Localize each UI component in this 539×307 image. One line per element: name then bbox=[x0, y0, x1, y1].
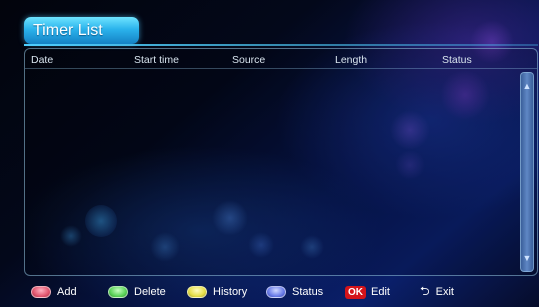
status-button[interactable]: Status bbox=[266, 283, 323, 301]
list-scrollbar[interactable]: ▲ ▼ bbox=[520, 72, 534, 272]
scroll-up-arrow-icon[interactable]: ▲ bbox=[522, 79, 532, 93]
exit-label: Exit bbox=[435, 286, 454, 298]
yellow-key-icon bbox=[187, 286, 207, 298]
red-key-icon bbox=[31, 286, 51, 298]
edit-label: Edit bbox=[371, 286, 390, 298]
green-key-icon bbox=[108, 286, 128, 298]
ok-key-icon: OK bbox=[345, 285, 366, 299]
timer-list-panel bbox=[24, 48, 538, 276]
status-label: Status bbox=[292, 286, 324, 298]
column-header-source: Source bbox=[232, 54, 266, 66]
column-header-date: Date bbox=[31, 54, 54, 66]
edit-button[interactable]: OK Edit bbox=[345, 283, 390, 301]
add-label: Add bbox=[57, 286, 77, 298]
exit-button[interactable]: ⮌ Exit bbox=[420, 283, 454, 301]
scroll-down-arrow-icon[interactable]: ▼ bbox=[522, 251, 532, 265]
history-label: History bbox=[213, 286, 248, 298]
blue-key-icon bbox=[266, 286, 286, 298]
column-header-length: Length bbox=[335, 54, 368, 66]
return-arrow-icon: ⮌ bbox=[420, 283, 430, 298]
page-title: Timer List bbox=[24, 17, 139, 44]
history-button[interactable]: History bbox=[187, 283, 247, 301]
add-button[interactable]: Add bbox=[31, 283, 77, 301]
column-header-start-time: Start time bbox=[134, 54, 179, 66]
button-legend-bar: Add Delete History Status OK Edit ⮌ Exit bbox=[0, 278, 539, 307]
table-header: Date Start time Source Length Status bbox=[25, 53, 537, 69]
delete-button[interactable]: Delete bbox=[108, 283, 166, 301]
column-header-status: Status bbox=[442, 54, 472, 66]
title-underline bbox=[24, 44, 538, 46]
delete-label: Delete bbox=[134, 286, 166, 298]
